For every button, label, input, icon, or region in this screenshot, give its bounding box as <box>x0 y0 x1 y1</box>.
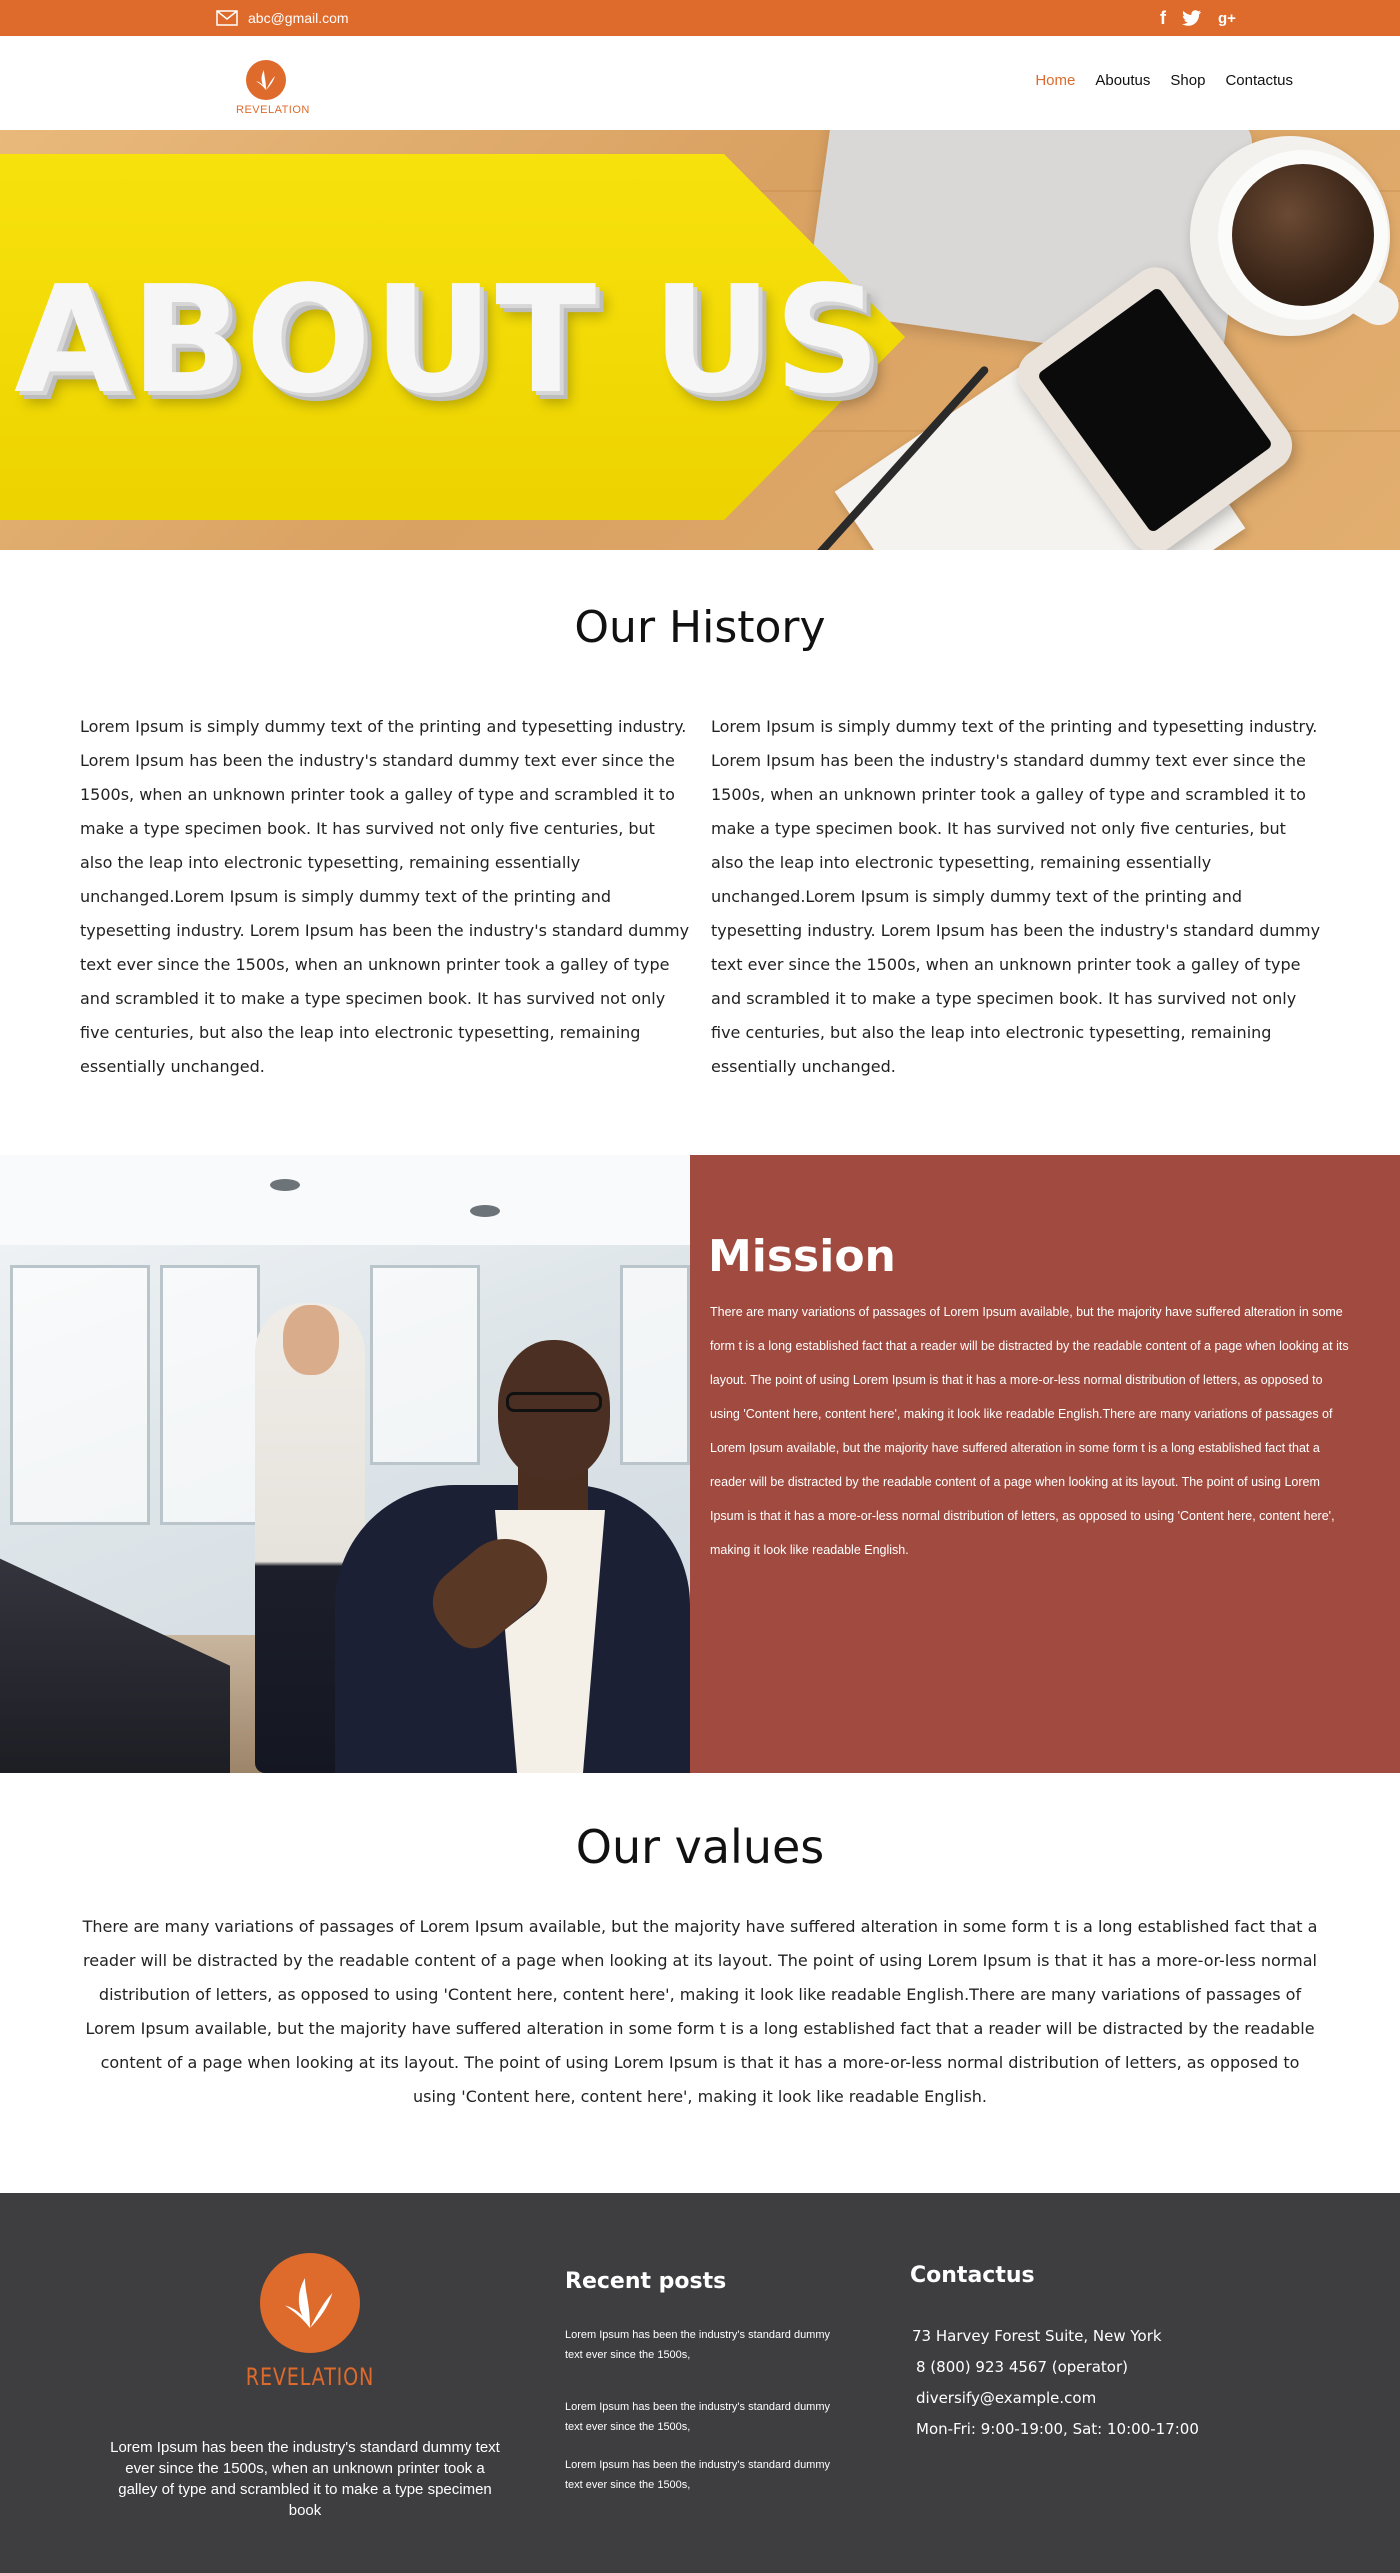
nav-shop[interactable]: Shop <box>1170 72 1205 89</box>
social-links: f g+ <box>1160 0 1236 36</box>
values-title: Our values <box>575 1820 825 1874</box>
ceiling <box>0 1155 690 1245</box>
recent-post-link[interactable]: Lorem Ipsum has been the industry's stan… <box>565 2397 835 2437</box>
footer-logo[interactable] <box>260 2253 360 2353</box>
facebook-icon[interactable]: f <box>1160 9 1166 27</box>
coffee-image <box>1232 164 1374 306</box>
mission-photo <box>0 1155 690 1773</box>
ceiling-lamp <box>470 1205 500 1217</box>
email-link[interactable]: abc@gmail.com <box>216 0 349 36</box>
contact-address: 73 Harvey Forest Suite, New York <box>912 2327 1162 2345</box>
main-nav: Home Aboutus Shop Contactus <box>1035 72 1293 89</box>
top-bar: abc@gmail.com f g+ <box>0 0 1400 36</box>
site-footer: REVELATION Lorem Ipsum has been the indu… <box>0 2193 1400 2573</box>
mail-icon <box>216 10 238 26</box>
history-paragraph-right: Lorem Ipsum is simply dummy text of the … <box>711 717 1321 1076</box>
mission-panel: Mission There are many variations of pas… <box>690 1155 1400 1773</box>
footer-about-text: Lorem Ipsum has been the industry's stan… <box>110 2439 500 2519</box>
nav-aboutus[interactable]: Aboutus <box>1095 72 1150 89</box>
contact-phone[interactable]: 8 (800) 923 4567 (operator) <box>916 2358 1128 2376</box>
contact-title: Contactus <box>910 2263 1035 2288</box>
glasses <box>506 1392 602 1412</box>
leaf-icon <box>256 70 275 90</box>
footer-logo-text: REVELATION <box>245 2363 375 2391</box>
nav-home[interactable]: Home <box>1035 72 1075 89</box>
google-plus-icon[interactable]: g+ <box>1218 11 1236 26</box>
site-header: REVELATION Home Aboutus Shop Contactus <box>0 36 1400 130</box>
logo-mark <box>246 60 286 100</box>
nav-contactus[interactable]: Contactus <box>1225 72 1293 89</box>
history-title: Our History <box>574 602 826 653</box>
recent-post-link[interactable]: Lorem Ipsum has been the industry's stan… <box>565 2325 835 2365</box>
mission-text: There are many variations of passages of… <box>710 1305 1349 1557</box>
leaf-icon <box>285 2278 333 2328</box>
logo[interactable]: REVELATION <box>236 60 310 120</box>
mission-title: Mission <box>708 1231 896 1282</box>
contact-email[interactable]: diversify@example.com <box>916 2389 1096 2407</box>
recent-post-link[interactable]: Lorem Ipsum has been the industry's stan… <box>565 2455 835 2495</box>
logo-text: REVELATION <box>236 104 310 116</box>
contact-hours: Mon-Fri: 9:00-19:00, Sat: 10:00-17:00 <box>916 2420 1199 2438</box>
email-text: abc@gmail.com <box>248 10 349 26</box>
values-text: There are many variations of passages of… <box>82 1917 1318 2106</box>
hero-title: ABOUT US <box>14 254 883 426</box>
window <box>10 1265 150 1525</box>
history-paragraph-left: Lorem Ipsum is simply dummy text of the … <box>80 717 690 1076</box>
recent-posts-title: Recent posts <box>565 2269 727 2294</box>
background-person-head <box>283 1305 339 1375</box>
window <box>370 1265 480 1465</box>
window <box>160 1265 260 1525</box>
twitter-icon[interactable] <box>1182 10 1202 26</box>
hero-banner: ABOUT US <box>0 130 1400 550</box>
ceiling-lamp <box>270 1179 300 1191</box>
window <box>620 1265 690 1465</box>
